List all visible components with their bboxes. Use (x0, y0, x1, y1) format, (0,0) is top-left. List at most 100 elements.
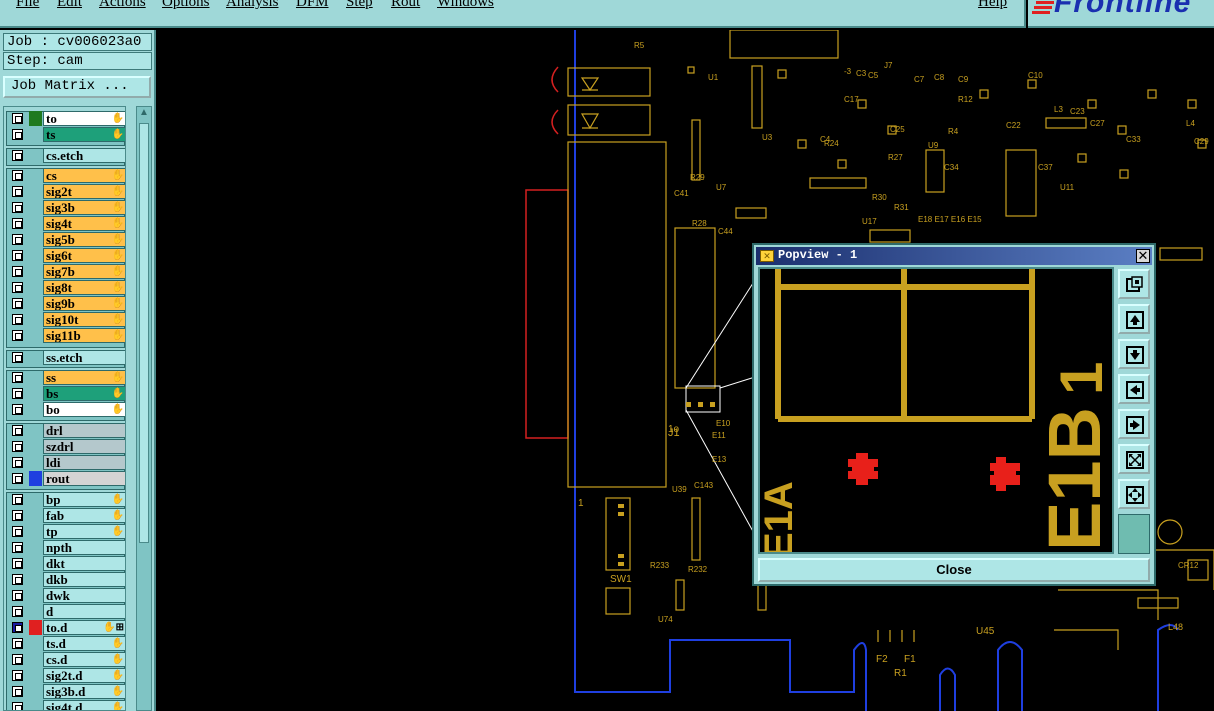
layer-checkbox[interactable] (12, 170, 23, 181)
layer-checkbox[interactable] (12, 298, 23, 309)
layer-checkbox[interactable] (12, 234, 23, 245)
scroll-up-arrow-icon[interactable]: ▲ (138, 107, 150, 119)
layer-row-ts-d[interactable]: ts.d ✋ (7, 636, 125, 651)
zoom-out-button[interactable] (1118, 444, 1150, 474)
layer-row-sig3b-d[interactable]: sig3b.d ✋ (7, 684, 125, 699)
layer-row-sig4t-d[interactable]: sig4t.d ✋ (7, 700, 125, 710)
layer-row-ldi[interactable]: ldi (7, 455, 125, 470)
layer-row-sig5b[interactable]: sig5b ✋ (7, 232, 125, 247)
layer-name[interactable]: tp ✋ (43, 524, 125, 539)
layer-checkbox[interactable] (12, 314, 23, 325)
pan-up-button[interactable] (1118, 304, 1150, 334)
layer-checkbox[interactable] (12, 590, 23, 601)
layer-checkbox[interactable] (12, 113, 23, 124)
layer-row-fab[interactable]: fab ✋ (7, 508, 125, 523)
layer-row-to-d[interactable]: to.d ✋⊞ (7, 620, 125, 635)
layer-name[interactable]: cs.d ✋ (43, 652, 125, 667)
layer-name[interactable]: bs ✋ (43, 386, 125, 401)
layer-name[interactable]: sig4t.d ✋ (43, 700, 125, 710)
close-button[interactable]: Close (758, 558, 1150, 582)
layer-row-sig11b[interactable]: sig11b ✋ (7, 328, 125, 343)
layer-row-sig10t[interactable]: sig10t ✋ (7, 312, 125, 327)
pan-down-button[interactable] (1118, 339, 1150, 369)
layer-row-drl[interactable]: drl (7, 423, 125, 438)
layer-row-sig8t[interactable]: sig8t ✋ (7, 280, 125, 295)
layer-checkbox[interactable] (12, 638, 23, 649)
layer-row-szdrl[interactable]: szdrl (7, 439, 125, 454)
layer-row-dwk[interactable]: dwk (7, 588, 125, 603)
layer-row-sig6t[interactable]: sig6t ✋ (7, 248, 125, 263)
layer-name[interactable]: dkb (43, 572, 125, 587)
layer-row-sig3b[interactable]: sig3b ✋ (7, 200, 125, 215)
layer-scrollbar[interactable]: ▲ (136, 106, 152, 711)
layer-row-rout[interactable]: rout (7, 471, 125, 486)
layer-row-ss[interactable]: ss ✋ (7, 370, 125, 385)
layer-checkbox[interactable] (12, 186, 23, 197)
layer-row-dkt[interactable]: dkt (7, 556, 125, 571)
layer-name[interactable]: rout (43, 471, 125, 486)
layer-name[interactable]: bo ✋ (43, 402, 125, 417)
layer-name[interactable]: ss ✋ (43, 370, 125, 385)
layer-name[interactable]: sig3b.d ✋ (43, 684, 125, 699)
menu-edit[interactable]: Edit (57, 0, 82, 11)
layer-name[interactable]: npth (43, 540, 125, 555)
layer-checkbox[interactable] (12, 473, 23, 484)
layer-name[interactable]: sig9b ✋ (43, 296, 125, 311)
layer-row-bs[interactable]: bs ✋ (7, 386, 125, 401)
layer-row-sig7b[interactable]: sig7b ✋ (7, 264, 125, 279)
layer-checkbox[interactable] (12, 282, 23, 293)
layer-checkbox[interactable] (12, 129, 23, 140)
layer-checkbox[interactable] (12, 670, 23, 681)
layer-checkbox[interactable] (12, 574, 23, 585)
layer-row-cs-etch[interactable]: cs.etch (7, 148, 125, 163)
layer-name[interactable]: bp ✋ (43, 492, 125, 507)
layer-row-cs[interactable]: cs ✋ (7, 168, 125, 183)
layer-checkbox[interactable] (12, 372, 23, 383)
layer-row-npth[interactable]: npth (7, 540, 125, 555)
layer-row-bp[interactable]: bp ✋ (7, 492, 125, 507)
layer-name[interactable]: sig11b ✋ (43, 328, 125, 343)
menu-analysis[interactable]: Analysis (226, 0, 279, 11)
menu-step[interactable]: Step (346, 0, 373, 11)
layer-checkbox[interactable] (12, 457, 23, 468)
layer-row-bo[interactable]: bo ✋ (7, 402, 125, 417)
layer-name[interactable]: cs ✋ (43, 168, 125, 183)
layer-checkbox[interactable] (12, 352, 23, 363)
layer-checkbox[interactable] (12, 202, 23, 213)
layer-checkbox[interactable] (12, 702, 23, 710)
layer-row-d[interactable]: d (7, 604, 125, 619)
layer-row-sig4t[interactable]: sig4t ✋ (7, 216, 125, 231)
layer-name[interactable]: ts.d ✋ (43, 636, 125, 651)
layer-name[interactable]: cs.etch (43, 148, 125, 163)
menu-actions[interactable]: Actions (99, 0, 146, 11)
scroll-thumb[interactable] (139, 123, 149, 543)
layer-name[interactable]: sig8t ✋ (43, 280, 125, 295)
layer-row-dkb[interactable]: dkb (7, 572, 125, 587)
layer-checkbox[interactable] (12, 558, 23, 569)
layer-row-sig2t[interactable]: sig2t ✋ (7, 184, 125, 199)
menu-file[interactable]: File (16, 0, 39, 11)
layer-checkbox[interactable] (12, 494, 23, 505)
layer-row-ss-etch[interactable]: ss.etch (7, 350, 125, 365)
layer-name[interactable]: sig10t ✋ (43, 312, 125, 327)
layer-name[interactable]: d (43, 604, 125, 619)
layer-row-tp[interactable]: tp ✋ (7, 524, 125, 539)
pan-right-button[interactable] (1118, 409, 1150, 439)
menu-windows[interactable]: Windows (437, 0, 494, 11)
menu-options[interactable]: Options (162, 0, 210, 11)
layer-checkbox[interactable] (12, 686, 23, 697)
layer-row-cs-d[interactable]: cs.d ✋ (7, 652, 125, 667)
pan-left-button[interactable] (1118, 374, 1150, 404)
menu-help[interactable]: Help (978, 0, 1007, 11)
layer-name[interactable]: ss.etch (43, 350, 125, 365)
layer-checkbox[interactable] (12, 330, 23, 341)
layer-checkbox[interactable] (12, 266, 23, 277)
layer-name[interactable]: to ✋ (43, 111, 125, 126)
layer-checkbox[interactable] (12, 150, 23, 161)
zoom-window-button[interactable] (1118, 269, 1150, 299)
layer-checkbox[interactable] (12, 622, 23, 633)
layer-row-sig2t-d[interactable]: sig2t.d ✋ (7, 668, 125, 683)
layer-name[interactable]: dkt (43, 556, 125, 571)
layer-name[interactable]: ldi (43, 455, 125, 470)
layer-checkbox[interactable] (12, 654, 23, 665)
